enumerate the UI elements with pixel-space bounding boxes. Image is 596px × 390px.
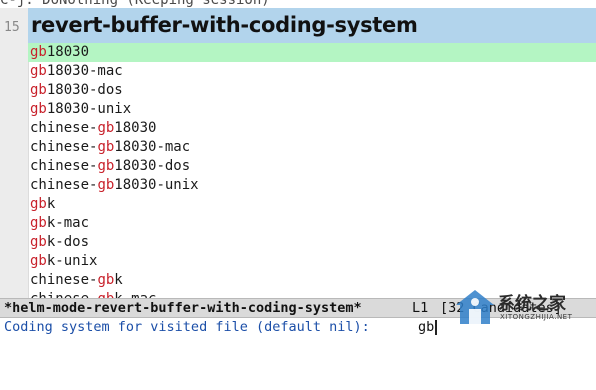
watermark-english-text: XITONGZHIJIA.NET	[500, 313, 573, 321]
candidate-item[interactable]: gb18030-dos	[28, 81, 596, 100]
helm-source-header: revert-buffer-with-coding-system	[28, 8, 596, 43]
candidate-suffix: k-dos	[46, 234, 90, 250]
watermark-logo: 系统之家 XITONGZHIJIA.NET	[454, 281, 594, 333]
candidate-match: gb	[97, 177, 115, 193]
candidate-prefix: chinese-	[30, 291, 97, 298]
candidate-suffix: k	[46, 196, 56, 212]
candidate-prefix: chinese-	[30, 177, 98, 193]
candidate-match: gb	[30, 101, 47, 117]
candidate-item[interactable]: chinese-gb18030-unix	[28, 176, 596, 195]
watermark-chinese-text: 系统之家	[498, 294, 566, 314]
line-number-gutter	[0, 8, 29, 300]
candidate-prefix: chinese-	[30, 158, 98, 174]
candidate-suffix: 18030-unix	[46, 101, 132, 117]
candidate-suffix: k	[114, 272, 123, 288]
candidate-item[interactable]: gb18030-unix	[28, 100, 596, 119]
candidate-suffix: k-mac	[46, 215, 90, 231]
candidate-suffix: 18030-unix	[114, 177, 199, 193]
candidate-match: gb	[30, 253, 47, 269]
candidate-item[interactable]: gb18030	[28, 43, 596, 62]
candidate-match: gb	[97, 272, 115, 288]
candidate-match: gb	[97, 120, 115, 136]
candidate-item[interactable]: gb18030-mac	[28, 62, 596, 81]
helm-source-title: revert-buffer-with-coding-system	[31, 13, 418, 37]
candidate-item[interactable]: chinese-gb18030-dos	[28, 157, 596, 176]
minibuffer-input[interactable]: gb	[418, 318, 434, 336]
candidate-item[interactable]: gbk-unix	[28, 252, 596, 271]
buffer-name: *helm-mode-revert-buffer-with-coding-sys…	[4, 300, 362, 316]
minibuffer-prompt: Coding system for visited file (default …	[4, 319, 378, 335]
house-logo-icon	[456, 290, 494, 324]
candidate-suffix: 18030	[46, 44, 90, 60]
candidate-item[interactable]: gbk-dos	[28, 233, 596, 252]
candidate-list: gb18030 gb18030-mac gb18030-dos gb18030-uni…	[28, 40, 596, 298]
line-indicator: L1	[412, 300, 429, 316]
candidate-match: gb	[30, 215, 47, 231]
candidate-suffix: k-mac	[114, 291, 156, 298]
candidate-item[interactable]: gbk	[28, 195, 596, 214]
candidate-suffix: 18030-dos	[46, 82, 123, 98]
text-cursor	[435, 320, 437, 335]
candidate-suffix: 18030-mac	[46, 63, 123, 79]
candidate-match: gb	[97, 291, 114, 298]
candidate-prefix: chinese-	[30, 139, 98, 155]
candidate-prefix: chinese-	[30, 272, 98, 288]
candidate-suffix: k-unix	[46, 253, 98, 269]
candidate-match: gb	[97, 139, 115, 155]
candidate-match: gb	[30, 82, 47, 98]
candidate-prefix: chinese-	[30, 120, 98, 136]
candidate-match: gb	[30, 196, 47, 212]
candidate-suffix: 18030-dos	[114, 158, 191, 174]
candidate-match: gb	[97, 158, 115, 174]
candidate-suffix: 18030-mac	[114, 139, 191, 155]
candidate-match: gb	[30, 44, 47, 60]
echo-area-message: C-j: DoNothing (Keeping session)	[0, 0, 270, 8]
line-number: 15	[4, 20, 20, 35]
candidate-item[interactable]: gbk-mac	[28, 214, 596, 233]
candidate-match: gb	[30, 63, 47, 79]
candidate-suffix: 18030	[114, 120, 157, 136]
candidate-match: gb	[30, 234, 47, 250]
candidate-item[interactable]: chinese-gb18030	[28, 119, 596, 138]
candidate-item[interactable]: chinese-gb18030-mac	[28, 138, 596, 157]
